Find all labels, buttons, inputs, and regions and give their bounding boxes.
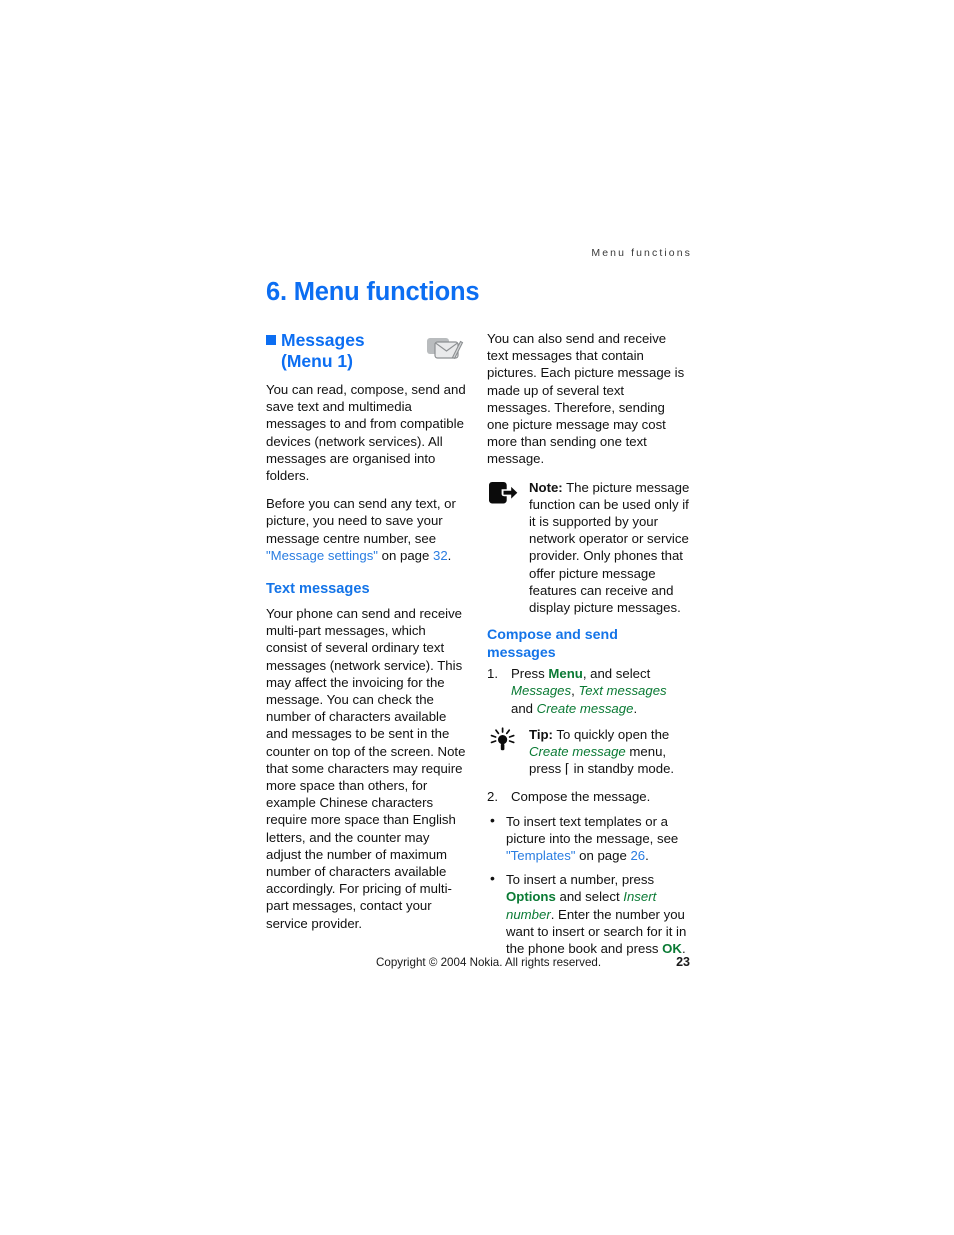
running-head: Menu functions (591, 247, 692, 259)
menu-item-messages: Messages (511, 683, 572, 699)
step-1-part2: , and select (582, 666, 651, 682)
page-ref-32[interactable]: 32 (433, 548, 448, 563)
note-label: Note: (529, 479, 563, 495)
step-1-part4: and (511, 700, 537, 716)
step-1-part5: . (633, 700, 638, 716)
bullet-marker-icon: • (490, 811, 495, 828)
bullet-2-part2: and select (555, 889, 624, 905)
left-paragraph-3: Your phone can send and receive multi-pa… (266, 606, 466, 931)
message-settings-link[interactable]: "Message settings" (266, 548, 378, 563)
section-heading-messages: Messages (Menu 1) (266, 330, 466, 372)
menu-item-text-messages: Text messages (578, 683, 667, 699)
ok-key-label: OK (662, 941, 682, 957)
left-paragraph-2-part1: Before you can send any text, or picture… (266, 496, 456, 546)
step-2-text: Compose the message. (511, 789, 651, 805)
right-column: You can also send and receive text messa… (487, 330, 690, 964)
bullet-2-part1: To insert a number, press (506, 872, 655, 888)
left-column: Messages (Menu 1) You can read, compose,… (266, 330, 466, 943)
note-arrow-icon (488, 481, 518, 505)
tip-menu-item-create-message: Create message (529, 744, 626, 760)
step-1: 1. Press Menu, and select Messages, Text … (487, 665, 690, 717)
bullet-marker-icon: • (490, 870, 495, 887)
menu-item-create-message: Create message (536, 700, 634, 716)
note-text: The picture message function can be used… (529, 479, 690, 616)
step-2-number: 2. (487, 789, 498, 805)
bullet-1-part3: . (645, 848, 649, 864)
footer-copyright: Copyright © 2004 Nokia. All rights reser… (376, 956, 602, 969)
subheading-text-messages: Text messages (266, 581, 370, 598)
left-paragraph-2-part2: on page (377, 547, 433, 563)
section-title-line2: (Menu 1) (281, 351, 353, 371)
lightbulb-tip-icon (489, 727, 517, 753)
bullet-insert-number: • To insert a number, press Options and s… (487, 870, 690, 957)
tip-label: Tip: (529, 726, 553, 742)
menu-key-label: Menu (548, 666, 583, 682)
templates-link[interactable]: "Templates" (506, 848, 575, 863)
step-1-number: 1. (487, 666, 498, 682)
tip-body: Tip: To quickly open the Create message … (529, 726, 690, 779)
tip-part3: in standby mode. (570, 761, 675, 777)
note-body: Note: The picture message function can b… (529, 479, 690, 617)
tip-callout: Tip: To quickly open the Create message … (487, 726, 690, 779)
left-paragraph-2: Before you can send any text, or picture… (266, 495, 466, 564)
footer-page-number: 23 (676, 955, 690, 969)
subheading-compose-and-send: Compose and send messages (487, 627, 618, 662)
bullet-insert-templates: • To insert text templates or a picture i… (487, 811, 690, 865)
page-ref-26[interactable]: 26 (630, 848, 645, 863)
left-paragraph-1: You can read, compose, send and save tex… (266, 382, 466, 484)
options-key-label: Options (506, 889, 556, 905)
left-paragraph-2-part3: . (447, 547, 452, 563)
chapter-title: 6. Menu functions (266, 278, 480, 306)
compose-steps: 1. Press Menu, and select Messages, Text … (487, 665, 690, 957)
square-bullet-icon (266, 335, 276, 345)
step-2-bullets: • To insert text templates or a picture i… (487, 811, 690, 958)
manual-page: Menu functions 6. Menu functions Message… (0, 0, 954, 1235)
tip-part1: To quickly open the (552, 726, 670, 742)
bullet-1-part2: on page (575, 848, 631, 864)
section-title-line1: Messages (281, 330, 365, 350)
right-paragraph-1: You can also send and receive text messa… (487, 331, 685, 467)
step-1-part1: Press (511, 666, 549, 682)
step-2: 2. Compose the message. (487, 788, 690, 805)
bullet-1-part1: To insert text templates or a picture in… (506, 813, 679, 846)
note-callout: Note: The picture message function can b… (487, 479, 690, 617)
bullet-2-part4: . (681, 941, 686, 957)
